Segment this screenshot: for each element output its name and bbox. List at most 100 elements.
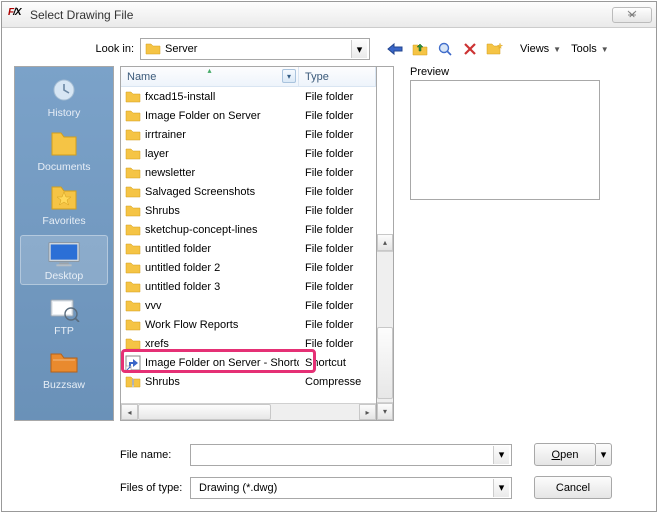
filetype-dropdown-icon[interactable]: ▾ [493, 479, 509, 497]
places-item-label: FTP [54, 325, 74, 337]
file-row[interactable]: fxcad15-installFile folder [121, 87, 376, 106]
horizontal-scrollbar[interactable]: ◂ ▸ [121, 403, 376, 420]
file-type: File folder [299, 338, 376, 350]
ftp-icon [46, 293, 82, 323]
desktop-icon [46, 238, 82, 268]
file-row[interactable]: ShrubsFile folder [121, 201, 376, 220]
filename-dropdown-icon[interactable]: ▾ [493, 446, 509, 464]
search-web-button[interactable] [434, 39, 456, 59]
tools-menu[interactable]: Tools▼ [569, 41, 611, 57]
views-label: Views [520, 43, 549, 55]
lookin-label: Look in: [84, 43, 134, 55]
history-icon [46, 75, 82, 105]
folder-icon [125, 90, 141, 104]
file-name: Salvaged Screenshots [145, 186, 255, 198]
views-menu[interactable]: Views▼ [518, 41, 563, 57]
file-row[interactable]: untitled folder 2File folder [121, 258, 376, 277]
places-item-buzzsaw[interactable]: Buzzsaw [20, 345, 108, 393]
file-row[interactable]: untitled folder File folder [121, 239, 376, 258]
vertical-scrollbar[interactable]: ▴ ▾ [377, 66, 394, 421]
tools-label: Tools [571, 43, 597, 55]
file-row[interactable]: untitled folder 3File folder [121, 277, 376, 296]
file-row[interactable]: Image Folder on Server File folder [121, 106, 376, 125]
nav-toolbar [384, 39, 506, 59]
column-header-name[interactable]: Name ▴ ▾ [121, 67, 299, 86]
filename-input[interactable]: ▾ [190, 444, 512, 466]
file-type: File folder [299, 243, 376, 255]
new-folder-button[interactable] [484, 39, 506, 59]
preview-box [410, 80, 600, 200]
places-item-favorites[interactable]: Favorites [20, 181, 108, 229]
file-name: newsletter [145, 167, 195, 179]
file-row[interactable]: xrefs File folder [121, 334, 376, 353]
shortcut-icon [125, 355, 141, 371]
back-button[interactable] [384, 39, 406, 59]
folder-icon [125, 128, 141, 142]
file-row[interactable]: Work Flow ReportsFile folder [121, 315, 376, 334]
file-row[interactable]: vvv File folder [121, 296, 376, 315]
file-name: layer [145, 148, 169, 160]
vscroll-thumb[interactable] [377, 327, 393, 399]
scroll-left-button[interactable]: ◂ [121, 404, 138, 420]
open-button[interactable]: Open [534, 443, 596, 466]
file-row[interactable]: layerFile folder [121, 144, 376, 163]
file-type: File folder [299, 300, 376, 312]
favorites-icon [46, 183, 82, 213]
column-type-label: Type [305, 71, 329, 83]
scroll-down-button[interactable]: ▾ [377, 403, 393, 420]
scroll-up-button[interactable]: ▴ [377, 234, 393, 251]
file-name: vvv [145, 300, 162, 312]
places-bar: History Documents Favorites Desktop FTP Buzzs… [14, 66, 114, 421]
up-one-level-button[interactable] [409, 39, 431, 59]
file-name: Shrubs [145, 376, 180, 388]
places-item-ftp[interactable]: FTP [20, 291, 108, 339]
file-type: Shortcut [299, 357, 376, 369]
folder-icon [125, 166, 141, 180]
hscroll-thumb[interactable] [138, 404, 271, 420]
file-row[interactable]: Image Folder on Server - ShortcutShortcu… [121, 353, 376, 372]
file-row[interactable]: Salvaged Screenshots File folder [121, 182, 376, 201]
cancel-button[interactable]: Cancel [534, 476, 612, 499]
places-item-label: Desktop [45, 270, 84, 282]
lookin-combo[interactable]: Server ▾ [140, 38, 370, 60]
hscroll-track[interactable] [138, 404, 359, 420]
file-type: File folder [299, 186, 376, 198]
column-name-label: Name [127, 71, 156, 83]
app-icon: F/X [8, 7, 24, 23]
file-type: File folder [299, 262, 376, 274]
cancel-label: Cancel [556, 482, 590, 494]
vscroll-track[interactable] [377, 251, 393, 403]
chevron-down-icon[interactable]: ▾ [351, 40, 367, 58]
file-name: Image Folder on Server [145, 110, 261, 122]
file-name: xrefs [145, 338, 169, 350]
file-list[interactable]: Name ▴ ▾ Type fxcad15-installFile folder… [120, 66, 377, 421]
file-type: File folder [299, 205, 376, 217]
filetype-label: Files of type: [120, 482, 190, 494]
lookin-toolbar: Look in: Server ▾ [14, 38, 644, 60]
places-item-documents[interactable]: Documents [20, 127, 108, 175]
preview-label: Preview [410, 66, 644, 78]
close-button[interactable]: ✕ [612, 7, 652, 23]
places-item-desktop[interactable]: Desktop [20, 235, 108, 285]
file-row[interactable]: newsletterFile folder [121, 163, 376, 182]
column-name-dropdown[interactable]: ▾ [282, 69, 296, 83]
file-row[interactable]: sketchup-concept-linesFile folder [121, 220, 376, 239]
column-header-type[interactable]: Type [299, 67, 376, 86]
filetype-combo[interactable]: Drawing (*.dwg) ▾ [190, 477, 512, 499]
file-type: File folder [299, 129, 376, 141]
file-name: sketchup-concept-lines [145, 224, 258, 236]
file-type: Compresse [299, 376, 376, 388]
scroll-right-button[interactable]: ▸ [359, 404, 376, 420]
folder-icon [125, 299, 141, 313]
file-type: File folder [299, 110, 376, 122]
places-item-label: Favorites [42, 215, 85, 227]
file-row[interactable]: Shrubs Compresse [121, 372, 376, 391]
file-row[interactable]: irrtrainerFile folder [121, 125, 376, 144]
open-dropdown-button[interactable]: ▾ [596, 443, 612, 466]
file-name: Image Folder on Server - Shortcut [145, 357, 299, 369]
file-name: untitled folder [145, 243, 211, 255]
delete-button[interactable] [459, 39, 481, 59]
places-item-history[interactable]: History [20, 73, 108, 121]
folder-icon [125, 204, 141, 218]
folder-icon [125, 280, 141, 294]
